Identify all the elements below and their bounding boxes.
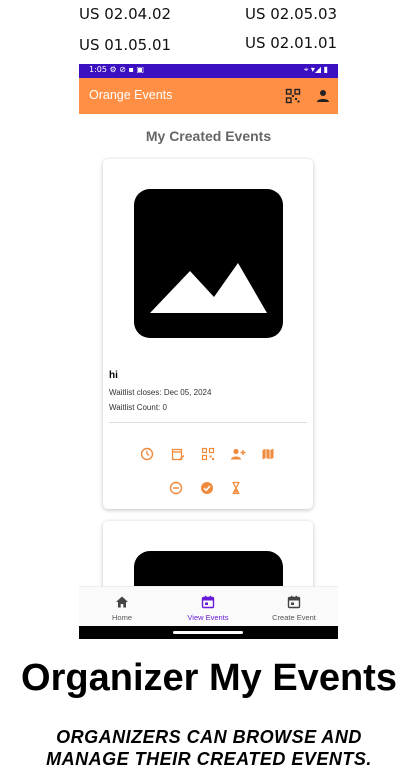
status-time: 1:05 ⚙ ⊘ ▪ ▣ (89, 65, 144, 74)
gesture-bar (79, 626, 338, 639)
image-icon (150, 263, 267, 313)
nav-label: Home (111, 613, 132, 622)
event-card[interactable]: hi Waitlist closes: Dec 05, 2024 Waitlis… (103, 159, 313, 509)
person-icon[interactable] (315, 88, 331, 104)
event-image-placeholder (134, 189, 283, 338)
app-title: Orange Events (89, 88, 173, 102)
status-icons: ⌖ ▾◢ ▮ (303, 65, 328, 74)
map-icon[interactable] (261, 447, 275, 461)
nav-item-home[interactable]: Home (79, 587, 165, 627)
home-icon (116, 596, 128, 608)
requirement-label: US 02.05.03 (245, 5, 338, 23)
clock-icon[interactable] (140, 447, 154, 461)
requirement-label: US 02.04.02 (79, 5, 172, 23)
requirement-label: US 01.05.01 (79, 36, 172, 54)
qr-code-icon[interactable] (285, 88, 301, 104)
divider (109, 422, 307, 423)
calendar-icon (201, 595, 215, 609)
waitlist-closes: Waitlist closes: Dec 05, 2024 (109, 388, 212, 397)
edit-calendar-icon[interactable] (171, 447, 185, 461)
caption-subtitle: ORGANIZERS CAN BROWSE AND (56, 727, 362, 747)
qr-code-icon[interactable] (201, 447, 215, 461)
home-indicator[interactable] (173, 631, 243, 634)
phone-screen: 1:05 ⚙ ⊘ ▪ ▣ ⌖ ▾◢ ▮ Orange Events My Cre… (79, 64, 338, 639)
app-bar: Orange Events (79, 78, 338, 114)
remove-circle-icon[interactable] (169, 481, 183, 495)
add-person-icon[interactable] (230, 447, 246, 461)
requirement-label: US 02.01.01 (245, 34, 338, 52)
nav-item-view-events[interactable]: View Events (165, 587, 251, 627)
nav-label: View Events (187, 613, 229, 622)
page-title: My Created Events (145, 128, 272, 144)
hourglass-icon[interactable] (229, 481, 243, 495)
check-circle-icon[interactable] (200, 481, 214, 495)
caption-title: Organizer My Events (21, 657, 397, 699)
waitlist-count: Waitlist Count: 0 (109, 403, 167, 412)
caption-subtitle: MANAGE THEIR CREATED EVENTS. (46, 749, 372, 769)
bottom-navigation: Home View Events Create Event (79, 586, 338, 627)
calendar-icon (287, 595, 301, 609)
status-bar: 1:05 ⚙ ⊘ ▪ ▣ ⌖ ▾◢ ▮ (79, 64, 338, 78)
nav-label: Create Event (272, 613, 316, 622)
nav-item-create-event[interactable]: Create Event (251, 587, 337, 627)
event-name: hi (109, 370, 118, 381)
